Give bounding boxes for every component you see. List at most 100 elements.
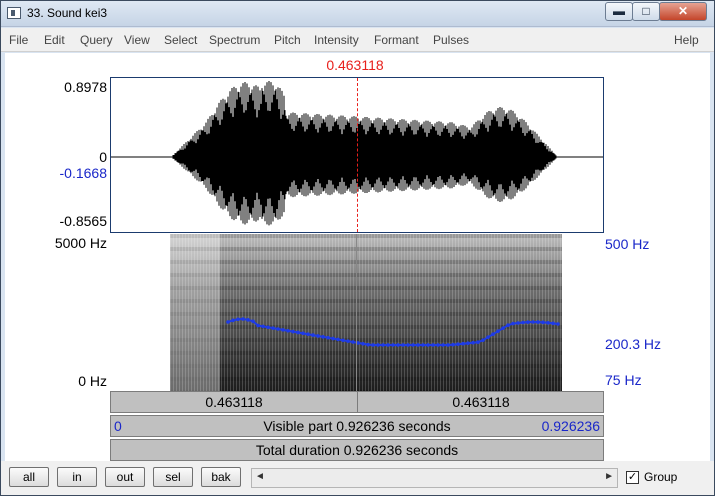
pitch-point: [381, 343, 385, 347]
scroll-right-icon[interactable]: ►: [604, 471, 614, 482]
pitch-point: [491, 332, 495, 336]
zoom-selection-button[interactable]: sel: [153, 467, 193, 487]
menu-formant[interactable]: Formant: [374, 33, 419, 47]
visible-part-label: Visible part 0.926236 seconds: [263, 418, 451, 434]
pitch-point: [306, 332, 310, 337]
wave-zero-label: 0: [99, 149, 107, 165]
pitch-point: [546, 320, 550, 325]
sound-editor-window: 33. Sound kei3 ▬ □ ✕ File Edit Query Vie…: [0, 0, 715, 496]
waveform-panel[interactable]: [110, 77, 604, 233]
pitch-point: [471, 340, 475, 345]
pitch-point: [286, 328, 290, 333]
pitch-point: [496, 329, 500, 333]
maximize-button[interactable]: □: [632, 2, 660, 21]
total-duration-bar[interactable]: Total duration 0.926236 seconds: [110, 439, 604, 461]
pitch-point: [426, 343, 430, 347]
pitch-point: [386, 343, 390, 347]
pitch-point: [241, 317, 245, 321]
pitch-point: [276, 327, 280, 331]
group-checkbox[interactable]: ✓: [626, 471, 639, 484]
time-cursor: [357, 78, 358, 232]
pitch-point: [281, 328, 285, 332]
pitch-point: [326, 335, 330, 340]
total-duration-label: Total duration 0.926236 seconds: [255, 442, 459, 458]
visible-end-label: 0.926236: [541, 418, 600, 434]
pitch-point: [271, 326, 275, 330]
pitch-top-label: 500 Hz: [605, 236, 650, 252]
menu-help[interactable]: Help: [674, 33, 699, 47]
menu-bar: File Edit Query View Select Spectrum Pit…: [1, 28, 714, 52]
pitch-point: [446, 343, 450, 347]
pitch-point: [506, 323, 510, 327]
pitch-point: [441, 343, 445, 347]
zoom-all-button[interactable]: all: [9, 467, 49, 487]
minimize-button[interactable]: ▬: [605, 2, 633, 21]
pitch-point: [236, 317, 240, 322]
pitch-point: [416, 343, 420, 347]
spectrogram-onset-fade: [170, 234, 220, 391]
wave-min-label: -0.8565: [59, 213, 107, 229]
scroll-left-icon[interactable]: ◄: [255, 471, 265, 482]
menu-view[interactable]: View: [124, 33, 150, 47]
horizontal-scrollbar[interactable]: ◄ ►: [251, 468, 618, 488]
spectrogram-panel[interactable]: [110, 234, 604, 391]
pitch-point: [371, 343, 375, 347]
pitch-point: [436, 343, 440, 347]
pitch-point: [311, 333, 315, 337]
pitch-point: [296, 330, 300, 335]
left-part-duration[interactable]: 0.463118: [111, 394, 357, 410]
pitch-point: [316, 334, 320, 338]
spectrogram-striations: [170, 234, 562, 391]
pitch-point: [321, 335, 325, 339]
pitch-point: [391, 343, 395, 347]
right-part-duration[interactable]: 0.463118: [358, 394, 604, 410]
menu-file[interactable]: File: [9, 33, 28, 47]
pitch-point: [521, 320, 525, 325]
spectrogram-cursor: [356, 234, 357, 391]
pitch-point: [331, 336, 335, 341]
pitch-point: [366, 342, 370, 347]
window-title: 33. Sound kei3: [27, 6, 108, 20]
pitch-point: [541, 320, 545, 325]
pitch-point: [511, 321, 515, 326]
pitch-point: [481, 338, 485, 342]
zoom-back-button[interactable]: bak: [201, 467, 241, 487]
pitch-point: [526, 320, 530, 324]
visible-part-bar[interactable]: 0 Visible part 0.926236 seconds 0.926236: [110, 415, 604, 437]
editor-canvas[interactable]: 0.463118 0.8978 0 -0.1668 -0.8565 5000 H…: [5, 53, 710, 461]
menu-pitch[interactable]: Pitch: [274, 33, 301, 47]
bottom-toolbar: all in out sel bak ◄ ► ✓ Group: [1, 461, 714, 495]
pitch-point: [351, 340, 355, 344]
pitch-point: [556, 322, 560, 326]
menu-select[interactable]: Select: [164, 33, 197, 47]
pitch-point: [486, 335, 490, 339]
pitch-point: [421, 343, 425, 347]
menu-edit[interactable]: Edit: [44, 33, 65, 47]
pitch-point: [411, 343, 415, 347]
cursor-time-bar[interactable]: 0.463118 0.463118: [110, 391, 604, 413]
pitch-point: [246, 318, 250, 322]
pitch-point: [336, 337, 340, 342]
pitch-point: [401, 343, 405, 347]
menu-query[interactable]: Query: [80, 33, 113, 47]
group-label: Group: [644, 470, 678, 484]
pitch-point: [466, 341, 470, 345]
menu-intensity[interactable]: Intensity: [314, 33, 359, 47]
pitch-point: [476, 340, 480, 344]
cursor-time-label: 0.463118: [326, 57, 384, 73]
waveform-signal: [171, 81, 557, 226]
close-button[interactable]: ✕: [659, 2, 707, 21]
spec-top-label: 5000 Hz: [54, 235, 107, 251]
menu-pulses[interactable]: Pulses: [433, 33, 469, 47]
app-icon: [7, 7, 21, 19]
menu-spectrum[interactable]: Spectrum: [209, 33, 260, 47]
wave-cursor-value-label: -0.1668: [59, 165, 107, 181]
pitch-point: [301, 331, 305, 336]
title-bar: 33. Sound kei3 ▬ □ ✕: [1, 1, 714, 27]
zoom-out-button[interactable]: out: [105, 467, 145, 487]
pitch-point: [536, 320, 540, 324]
zoom-in-button[interactable]: in: [57, 467, 97, 487]
pitch-point: [261, 324, 265, 329]
pitch-point: [291, 329, 295, 334]
pitch-point: [451, 342, 455, 347]
